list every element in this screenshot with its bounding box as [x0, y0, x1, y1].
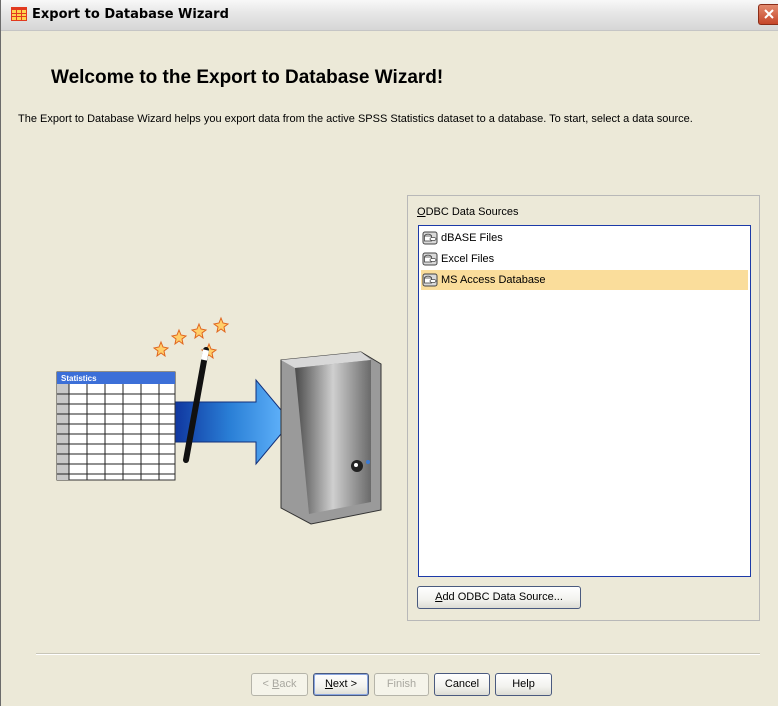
help-button[interactable]: Help	[495, 673, 552, 696]
list-item-dbase-files[interactable]: dBASE Files	[421, 228, 748, 248]
odbc-sources-label-rest: DBC Data Sources	[425, 206, 519, 218]
next-button-label: ext >	[332, 678, 358, 690]
intro-text: The Export to Database Wizard helps you …	[18, 113, 693, 125]
table-grid-icon	[11, 7, 27, 21]
close-button[interactable]	[758, 4, 778, 25]
sparkle-icon	[152, 316, 230, 360]
list-item-excel-files[interactable]: Excel Files	[421, 249, 748, 269]
statistics-table-title: Statistics	[61, 374, 97, 383]
list-item-label: Excel Files	[441, 253, 495, 265]
list-item-ms-access-database[interactable]: MS Access Database	[421, 270, 748, 290]
back-button[interactable]: < Back	[251, 673, 308, 696]
add-odbc-button-label: dd ODBC Data Source...	[442, 591, 563, 603]
odbc-sources-list[interactable]: dBASE Files Excel Files MS Access Databa…	[418, 225, 751, 577]
page-heading: Welcome to the Export to Database Wizard…	[51, 67, 444, 88]
database-icon	[422, 231, 438, 245]
database-icon	[422, 273, 438, 287]
odbc-sources-label: ODBC Data Sources	[417, 206, 519, 218]
next-button[interactable]: Next >	[313, 673, 369, 696]
export-illustration: Statistics	[56, 316, 382, 525]
wizard-window: Export to Database Wizard Welcome to the…	[0, 0, 778, 706]
window-title: Export to Database Wizard	[32, 7, 229, 22]
close-icon	[764, 9, 774, 19]
finish-button[interactable]: Finish	[374, 673, 429, 696]
database-icon	[422, 252, 438, 266]
list-item-label: MS Access Database	[441, 274, 546, 286]
footer-separator	[36, 653, 760, 655]
back-button-label: ack	[279, 678, 297, 690]
cancel-button[interactable]: Cancel	[434, 673, 490, 696]
title-bar[interactable]: Export to Database Wizard	[1, 0, 778, 31]
add-odbc-data-source-button[interactable]: Add ODBC Data Source...	[417, 586, 581, 609]
list-item-label: dBASE Files	[441, 232, 503, 244]
